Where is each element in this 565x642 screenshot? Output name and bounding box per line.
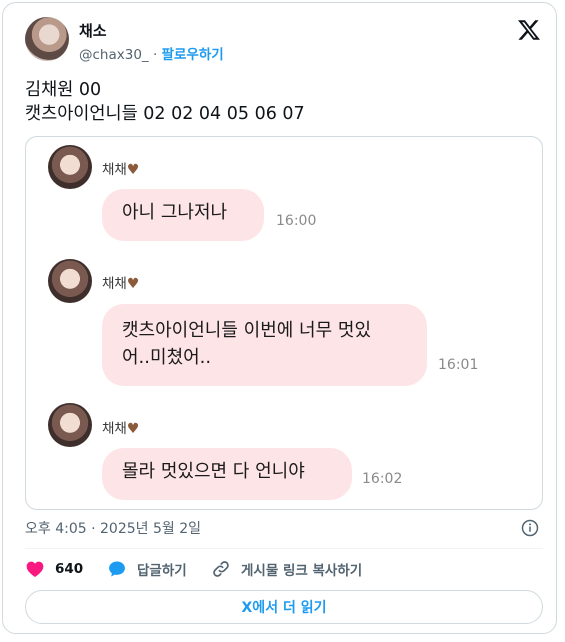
divider	[25, 548, 543, 549]
separator-dot: ·	[152, 47, 158, 63]
copy-link-button[interactable]: 게시물 링크 복사하기	[211, 558, 362, 580]
chat-sender: 채채♥	[102, 272, 139, 292]
tweet-text: 김채원 00 캣츠아이언니들 02 02 04 05 06 07	[25, 78, 305, 126]
chat-avatar	[48, 259, 92, 303]
reply-button[interactable]: 답글하기	[107, 558, 187, 580]
chat-sender-name: 채채	[102, 162, 127, 178]
copy-link-label: 게시물 링크 복사하기	[241, 563, 363, 579]
x-logo-icon[interactable]	[517, 18, 541, 42]
chat-message-text: 몰라 멋있으면 다 언니야	[122, 461, 305, 482]
chat-sender-name: 채채	[102, 276, 127, 292]
tweet-timestamp[interactable]: 오후 4:05 · 2025년 5월 2일	[25, 518, 201, 538]
tweet-media-chat-screenshot[interactable]: 채채♥ 아니 그나저나 16:00 채채♥ 캣츠아이언니들 이번에 너무 멋있 …	[25, 136, 543, 510]
link-icon	[213, 561, 229, 577]
chat-bubble: 캣츠아이언니들 이번에 너무 멋있 어..미쳤어..	[102, 304, 427, 386]
chat-message-text-line-2: 어..미쳤어..	[122, 347, 212, 368]
author-display-name[interactable]: 채소	[79, 20, 107, 41]
like-count: 640	[55, 561, 84, 577]
chat-time: 16:00	[276, 213, 317, 229]
chat-message-text-line-1: 캣츠아이언니들 이번에 너무 멋있	[122, 320, 372, 341]
chat-bubble: 몰라 멋있으면 다 언니야	[102, 448, 352, 500]
chat-sender: 채채♥	[102, 158, 139, 178]
chat-time: 16:01	[438, 357, 479, 373]
info-icon[interactable]	[521, 519, 539, 537]
author-handle-row: @chax30_ · 팔로우하기	[79, 43, 224, 63]
chat-avatar	[48, 145, 92, 189]
chat-sender: 채채♥	[102, 417, 139, 437]
reply-label: 답글하기	[137, 563, 187, 579]
author-avatar[interactable]	[25, 17, 69, 61]
chat-time: 16:02	[362, 471, 403, 487]
tweet-card: 채소 @chax30_ · 팔로우하기 김채원 00 캣츠아이언니들 02 02…	[2, 2, 557, 634]
reply-bubble-icon	[109, 561, 125, 577]
follow-button[interactable]: 팔로우하기	[162, 47, 224, 63]
heart-icon	[26, 561, 44, 577]
chat-bubble: 아니 그나저나	[102, 189, 264, 241]
chat-sender-name: 채채	[102, 421, 127, 437]
like-button[interactable]: 640	[25, 558, 83, 580]
chat-message-text: 아니 그나저나	[122, 202, 228, 223]
brown-heart-icon: ♥	[126, 276, 140, 292]
tweet-text-line-2: 캣츠아이언니들 02 02 04 05 06 07	[25, 104, 305, 124]
brown-heart-icon: ♥	[126, 421, 140, 437]
author-handle[interactable]: @chax30_	[79, 47, 149, 63]
brown-heart-icon: ♥	[126, 162, 140, 178]
chat-avatar	[48, 403, 92, 447]
read-more-button[interactable]: X에서 더 읽기	[25, 590, 543, 624]
tweet-text-line-1: 김채원 00	[25, 80, 102, 100]
